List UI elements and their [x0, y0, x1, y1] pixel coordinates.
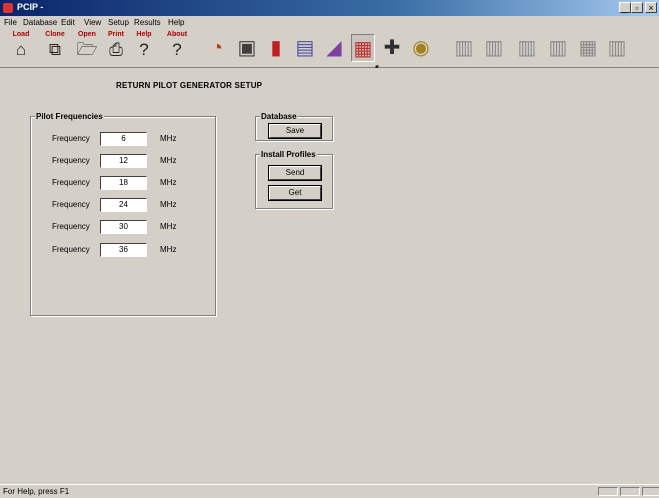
- frequency-label: Frequency: [52, 245, 90, 254]
- database-legend: Database: [260, 112, 298, 121]
- results-chart-3-icon[interactable]: ▥: [515, 34, 539, 62]
- clone-label: Clone: [45, 31, 65, 38]
- help-pointer-icon: ?: [139, 40, 149, 59]
- page-title: RETURN PILOT GENERATOR SETUP: [116, 81, 263, 90]
- gauge-tool-icon[interactable]: ◔: [205, 34, 229, 62]
- pilot-frequencies-legend: Pilot Frequencies: [35, 112, 104, 121]
- frequency-label: Frequency: [52, 200, 90, 209]
- about-label: About: [166, 31, 188, 38]
- pilot-generator-tool-icon[interactable]: ▦: [351, 34, 375, 62]
- print-label: Print: [108, 31, 124, 38]
- menu-edit[interactable]: Edit: [61, 18, 75, 27]
- pilot-frequencies-group: Pilot Frequencies Frequency 6 MHz Freque…: [30, 112, 216, 316]
- status-pane-1: [598, 487, 618, 496]
- results-chart-1-icon[interactable]: ▥: [452, 34, 476, 62]
- mhz-label: MHz: [160, 134, 177, 143]
- about-button[interactable]: About ?: [166, 30, 188, 66]
- results-chart-4-icon[interactable]: ▥: [546, 34, 570, 62]
- help-label: Help: [136, 31, 152, 38]
- results-table-icon[interactable]: ▦: [576, 34, 600, 62]
- frequency-label: Frequency: [52, 222, 90, 231]
- fire-hydrant-icon: ⌂: [15, 40, 27, 59]
- menu-bar: File Database Edit View Setup Results He…: [0, 16, 659, 29]
- minimize-button[interactable]: _: [619, 2, 631, 13]
- frequency-input-6[interactable]: 36: [100, 243, 147, 257]
- status-pane-3: [642, 487, 659, 496]
- frequency-input-3[interactable]: 18: [100, 176, 147, 190]
- printer-icon: ⎙: [109, 40, 123, 59]
- help-button[interactable]: Help ?: [133, 30, 155, 66]
- graph-tool-icon[interactable]: ◢: [322, 34, 346, 62]
- menu-results[interactable]: Results: [134, 18, 161, 27]
- load-label: Load: [12, 31, 30, 38]
- print-button[interactable]: Print ⎙: [105, 30, 127, 66]
- frequency-input-2[interactable]: 12: [100, 154, 147, 168]
- status-text: For Help, press F1: [3, 487, 70, 496]
- menu-setup[interactable]: Setup: [108, 18, 129, 27]
- install-profiles-legend: Install Profiles: [260, 150, 317, 159]
- about-question-icon: ?: [172, 40, 182, 59]
- database-group: Database Save: [255, 112, 333, 141]
- window-title: PCIP -: [17, 2, 44, 12]
- mhz-label: MHz: [160, 178, 177, 187]
- send-button[interactable]: Send: [268, 165, 322, 181]
- mhz-label: MHz: [160, 156, 177, 165]
- menu-help[interactable]: Help: [168, 18, 184, 27]
- open-button[interactable]: Open 🗁: [76, 30, 98, 66]
- save-button[interactable]: Save: [268, 123, 322, 139]
- eye-tool-icon[interactable]: ◉: [409, 34, 433, 62]
- status-pane-2: [620, 487, 640, 496]
- close-button[interactable]: ×: [645, 2, 657, 13]
- mhz-label: MHz: [160, 222, 177, 231]
- menu-view[interactable]: View: [84, 18, 101, 27]
- frequency-label: Frequency: [52, 156, 90, 165]
- spectrum-tool-icon[interactable]: ▤: [293, 34, 317, 62]
- antenna-tool-icon[interactable]: ✚: [380, 34, 404, 62]
- frequency-input-5[interactable]: 30: [100, 220, 147, 234]
- frequency-input-1[interactable]: 6: [100, 132, 147, 146]
- load-button[interactable]: Load ⌂: [10, 30, 32, 66]
- menu-file[interactable]: File: [4, 18, 17, 27]
- frequency-label: Frequency: [52, 178, 90, 187]
- device-tool-icon[interactable]: ▣: [235, 34, 259, 62]
- mhz-label: MHz: [160, 245, 177, 254]
- binoculars-icon: ⧉: [48, 40, 62, 59]
- open-label: Open: [78, 31, 96, 38]
- clone-button[interactable]: Clone ⧉: [44, 30, 66, 66]
- mhz-label: MHz: [160, 200, 177, 209]
- results-chart-5-icon[interactable]: ▥: [605, 34, 629, 62]
- frequency-input-4[interactable]: 24: [100, 198, 147, 212]
- restore-button[interactable]: ▫: [631, 2, 643, 13]
- frequency-label: Frequency: [52, 134, 90, 143]
- results-chart-2-icon[interactable]: ▥: [482, 34, 506, 62]
- title-bar[interactable]: PCIP - _ ▫ ×: [0, 0, 659, 16]
- traffic-light-tool-icon[interactable]: ▮: [264, 34, 288, 62]
- install-profiles-group: Install Profiles Send Get: [255, 150, 333, 209]
- toolbar: Load ⌂ Clone ⧉ Open 🗁 Print ⎙ Help ? Abo…: [0, 29, 659, 68]
- get-button[interactable]: Get: [268, 185, 322, 201]
- main-panel: RETURN PILOT GENERATOR SETUP Pilot Frequ…: [0, 68, 659, 484]
- menu-database[interactable]: Database: [23, 18, 57, 27]
- open-folder-icon: 🗁: [76, 40, 98, 59]
- status-bar: For Help, press F1: [0, 484, 659, 498]
- app-icon[interactable]: [3, 3, 13, 13]
